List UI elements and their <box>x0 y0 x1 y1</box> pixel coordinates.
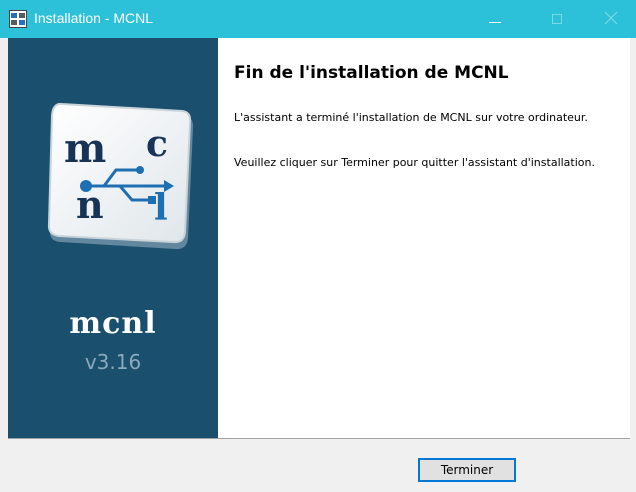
finish-button[interactable]: Terminer <box>418 458 516 482</box>
wizard-sidebar: m c n l mcnl v3.16 <box>8 38 218 438</box>
logo-letter-c: c <box>146 123 168 165</box>
completion-message: L'assistant a terminé l'installation de … <box>234 111 588 124</box>
close-icon <box>604 11 618 25</box>
footer-divider <box>8 438 630 439</box>
instruction-message: Veuillez cliquer sur Terminer pour quitt… <box>234 156 595 169</box>
installer-window: Installation - MCNL m c n l mcnl v3.16 F… <box>0 0 636 492</box>
brand-name: mcnl <box>69 306 157 341</box>
minimize-button[interactable] <box>473 0 519 38</box>
maximize-icon <box>552 14 562 24</box>
logo-letter-m: m <box>64 125 106 172</box>
window-title: Installation - MCNL <box>34 10 154 26</box>
minimize-icon <box>489 22 501 23</box>
logo-letter-l: l <box>154 187 168 229</box>
version-label: v3.16 <box>84 350 142 374</box>
page-title: Fin de l'installation de MCNL <box>234 63 509 83</box>
mcnl-logo: m c n l <box>47 102 194 250</box>
wizard-content: m c n l mcnl v3.16 Fin de l'installation… <box>8 38 630 438</box>
installer-app-icon <box>9 10 27 28</box>
close-button[interactable] <box>586 0 636 38</box>
title-bar[interactable]: Installation - MCNL <box>0 0 636 38</box>
maximize-button[interactable] <box>530 0 576 38</box>
